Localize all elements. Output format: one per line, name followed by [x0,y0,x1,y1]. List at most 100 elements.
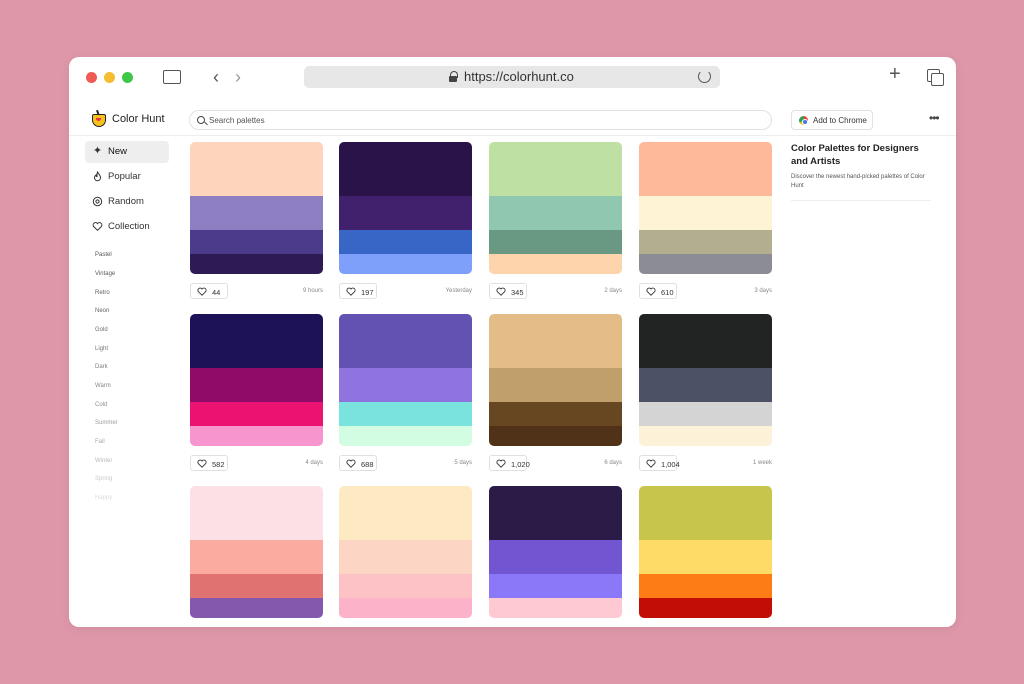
tag-link[interactable]: Gold [95,327,108,333]
forward-arrow-icon[interactable]: › [235,68,241,86]
palette-color-swatch[interactable] [639,254,772,274]
sidebar-item-random[interactable]: Random [85,191,169,213]
palette-color-swatch[interactable] [190,574,323,598]
palette-color-swatch[interactable] [339,254,472,274]
palette-color-swatch[interactable] [190,142,323,196]
like-button[interactable]: 1,020 [489,455,530,471]
palette-color-swatch[interactable] [339,368,472,402]
new-tab-plus-icon[interactable]: + [889,64,901,84]
palette-color-swatch[interactable] [190,426,323,446]
palette-color-swatch[interactable] [339,598,472,618]
like-button[interactable]: 44 [190,283,228,299]
palette-color-swatch[interactable] [489,402,622,426]
palette-color-swatch[interactable] [489,426,622,446]
palette-color-swatch[interactable] [339,402,472,426]
palette-color-swatch[interactable] [489,574,622,598]
palette-color-swatch[interactable] [639,142,772,196]
color-hunt-logo-icon[interactable] [91,109,107,128]
palette-color-swatch[interactable] [489,230,622,254]
palette-color-swatch[interactable] [639,540,772,574]
palette-color-swatch[interactable] [639,486,772,540]
palette-color-swatch[interactable] [190,230,323,254]
palette-color-swatch[interactable] [489,598,622,618]
sidebar-item-collection[interactable]: Collection [85,216,169,238]
palette-color-swatch[interactable] [339,540,472,574]
palette-color-swatch[interactable] [639,402,772,426]
palette-card[interactable] [339,486,472,618]
palette-color-swatch[interactable] [190,402,323,426]
tag-link[interactable]: Cold [95,402,107,408]
palette-card[interactable] [190,486,323,618]
palette-color-swatch[interactable] [639,426,772,446]
search-input[interactable] [209,114,749,126]
like-button[interactable]: 610 [639,283,677,299]
palette-color-swatch[interactable] [339,314,472,368]
palette-color-swatch[interactable] [190,486,323,540]
palette-color-swatch[interactable] [190,540,323,574]
more-icon[interactable]: ••• [929,112,940,124]
like-button[interactable]: 688 [339,455,377,471]
palette-card[interactable] [639,314,772,446]
palette-card[interactable] [639,142,772,274]
palette-color-swatch[interactable] [339,574,472,598]
tag-link[interactable]: Retro [95,290,110,296]
palette-color-swatch[interactable] [489,540,622,574]
tag-link[interactable]: Dark [95,364,108,370]
palette-color-swatch[interactable] [489,314,622,368]
palette-color-swatch[interactable] [339,142,472,196]
address-bar[interactable]: https://colorhunt.co [304,66,720,88]
sidebar-item-new[interactable]: ✦ New [85,141,169,163]
palette-color-swatch[interactable] [190,254,323,274]
brand-name[interactable]: Color Hunt [112,113,165,125]
palette-color-swatch[interactable] [489,196,622,230]
tag-link[interactable]: Light [95,346,108,352]
palette-color-swatch[interactable] [489,142,622,196]
close-window-button[interactable] [86,72,97,83]
tag-link[interactable]: Neon [95,308,109,314]
tag-link[interactable]: Spring [95,476,112,482]
reload-icon[interactable] [698,70,711,83]
palette-color-swatch[interactable] [339,230,472,254]
tag-link[interactable]: Fall [95,439,105,445]
tag-link[interactable]: Warm [95,383,111,389]
like-button[interactable]: 345 [489,283,527,299]
tag-link[interactable]: Winter [95,458,112,464]
sidebar-toggle-icon[interactable] [163,70,181,84]
like-button[interactable]: 197 [339,283,377,299]
palette-card[interactable] [190,314,323,446]
tag-link[interactable]: Summer [95,420,118,426]
palette-color-swatch[interactable] [639,196,772,230]
tab-overview-icon[interactable] [927,69,944,86]
palette-card[interactable] [489,314,622,446]
like-button[interactable]: 582 [190,455,228,471]
palette-color-swatch[interactable] [639,314,772,368]
palette-color-swatch[interactable] [190,196,323,230]
tag-link[interactable]: Pastel [95,252,112,258]
palette-color-swatch[interactable] [639,598,772,618]
palette-color-swatch[interactable] [339,196,472,230]
palette-color-swatch[interactable] [639,574,772,598]
palette-color-swatch[interactable] [190,314,323,368]
palette-color-swatch[interactable] [339,426,472,446]
palette-card[interactable] [339,314,472,446]
palette-color-swatch[interactable] [190,368,323,402]
palette-card[interactable] [489,142,622,274]
palette-color-swatch[interactable] [489,368,622,402]
search-bar[interactable] [189,110,772,130]
palette-color-swatch[interactable] [639,230,772,254]
tag-link[interactable]: Happy [95,495,112,501]
palette-color-swatch[interactable] [190,598,323,618]
maximize-window-button[interactable] [122,72,133,83]
palette-card[interactable] [489,486,622,618]
palette-color-swatch[interactable] [489,486,622,540]
palette-color-swatch[interactable] [489,254,622,274]
tag-link[interactable]: Vintage [95,271,115,277]
palette-color-swatch[interactable] [339,486,472,540]
palette-color-swatch[interactable] [639,368,772,402]
palette-card[interactable] [639,486,772,618]
palette-card[interactable] [339,142,472,274]
minimize-window-button[interactable] [104,72,115,83]
like-button[interactable]: 1,004 [639,455,680,471]
back-arrow-icon[interactable]: ‹ [213,68,219,86]
palette-card[interactable] [190,142,323,274]
